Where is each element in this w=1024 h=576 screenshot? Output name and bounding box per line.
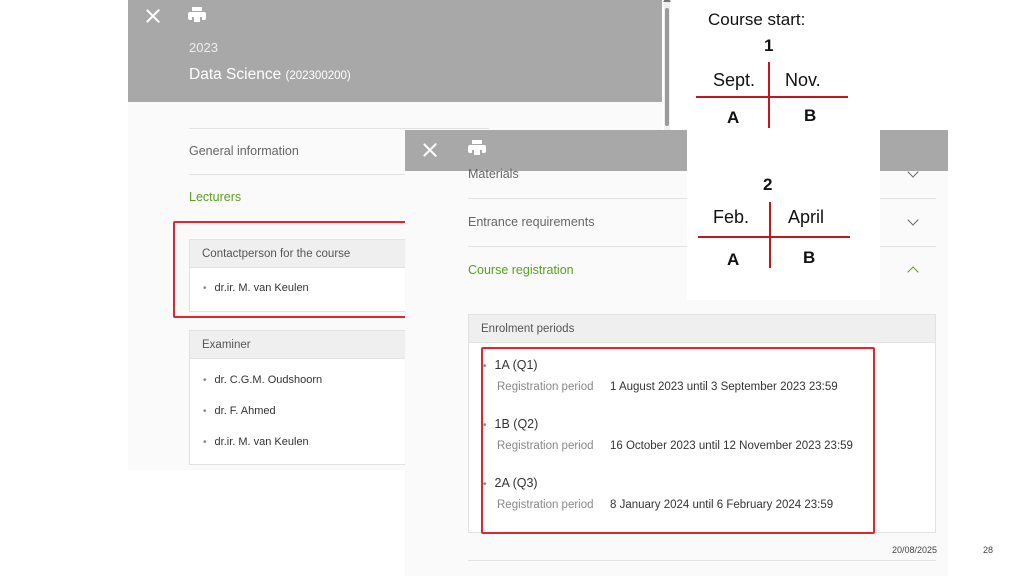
examiner-person: dr. F. Ahmed (203, 405, 276, 417)
scrollbar-thumb[interactable] (665, 8, 669, 126)
nav-lecturers[interactable]: Lecturers (189, 190, 241, 204)
diagram-right-letter: B (803, 248, 816, 267)
diagram-left-month: Feb. (713, 207, 750, 227)
page-number: 28 (983, 545, 994, 555)
diagram-left-letter: A (727, 108, 740, 127)
diagram-title: Course start: (708, 10, 806, 29)
print-icon[interactable] (468, 140, 486, 157)
course-title: Data Science (202300200) (189, 66, 351, 84)
enrolment-card-heading: Enrolment periods (468, 314, 936, 343)
print-icon[interactable] (188, 7, 206, 24)
diagram-left-month: Sept. (713, 70, 756, 90)
scrollbar[interactable] (663, 0, 671, 130)
examiner-card-heading: Examiner (189, 330, 429, 359)
diagram-right-month: Nov. (785, 70, 821, 90)
divider (189, 128, 489, 129)
diagram-right-month: April (788, 207, 825, 227)
highlight-box-contact (173, 221, 440, 318)
diagram-horizontal-line (698, 236, 850, 238)
panel-header: 2023 Data Science (202300200) (128, 0, 662, 102)
diagram-right-letter: B (804, 106, 817, 125)
diagram-vertical-line (769, 202, 771, 268)
nav-entrance-requirements[interactable]: Entrance requirements (468, 215, 594, 229)
course-code: (202300200) (285, 70, 351, 82)
footer-date: 20/08/2025 (892, 545, 938, 555)
examiner-person: dr.ir. M. van Keulen (203, 436, 309, 448)
course-start-diagram-top: Course start: 1 Sept. Nov. A B (672, 0, 880, 130)
diagram-block-number: 1 (764, 36, 774, 55)
nav-general-information[interactable]: General information (189, 144, 299, 158)
examiner-person: dr. C.G.M. Oudshoorn (203, 374, 323, 386)
diagram-vertical-line (768, 62, 770, 128)
diagram-left-letter: A (727, 250, 740, 269)
nav-course-registration[interactable]: Course registration (468, 263, 574, 277)
diagram-horizontal-line (696, 96, 848, 98)
nav-materials[interactable]: Materials (468, 167, 519, 181)
examiner-card-body: dr. C.G.M. Oudshoorn dr. F. Ahmed dr.ir.… (189, 359, 429, 465)
close-icon[interactable] (422, 142, 438, 158)
course-name: Data Science (189, 66, 282, 83)
diagram-block-number: 2 (763, 175, 773, 194)
chevron-down-icon[interactable] (907, 214, 919, 226)
scroll-up-arrow-icon[interactable] (663, 0, 671, 2)
close-icon[interactable] (145, 8, 161, 24)
chevron-up-icon[interactable] (907, 266, 919, 278)
divider (468, 560, 936, 561)
course-start-diagram-bottom: 2 Feb. April A B (687, 130, 880, 300)
highlight-box-enrolment (481, 347, 875, 534)
course-year: 2023 (189, 40, 218, 55)
